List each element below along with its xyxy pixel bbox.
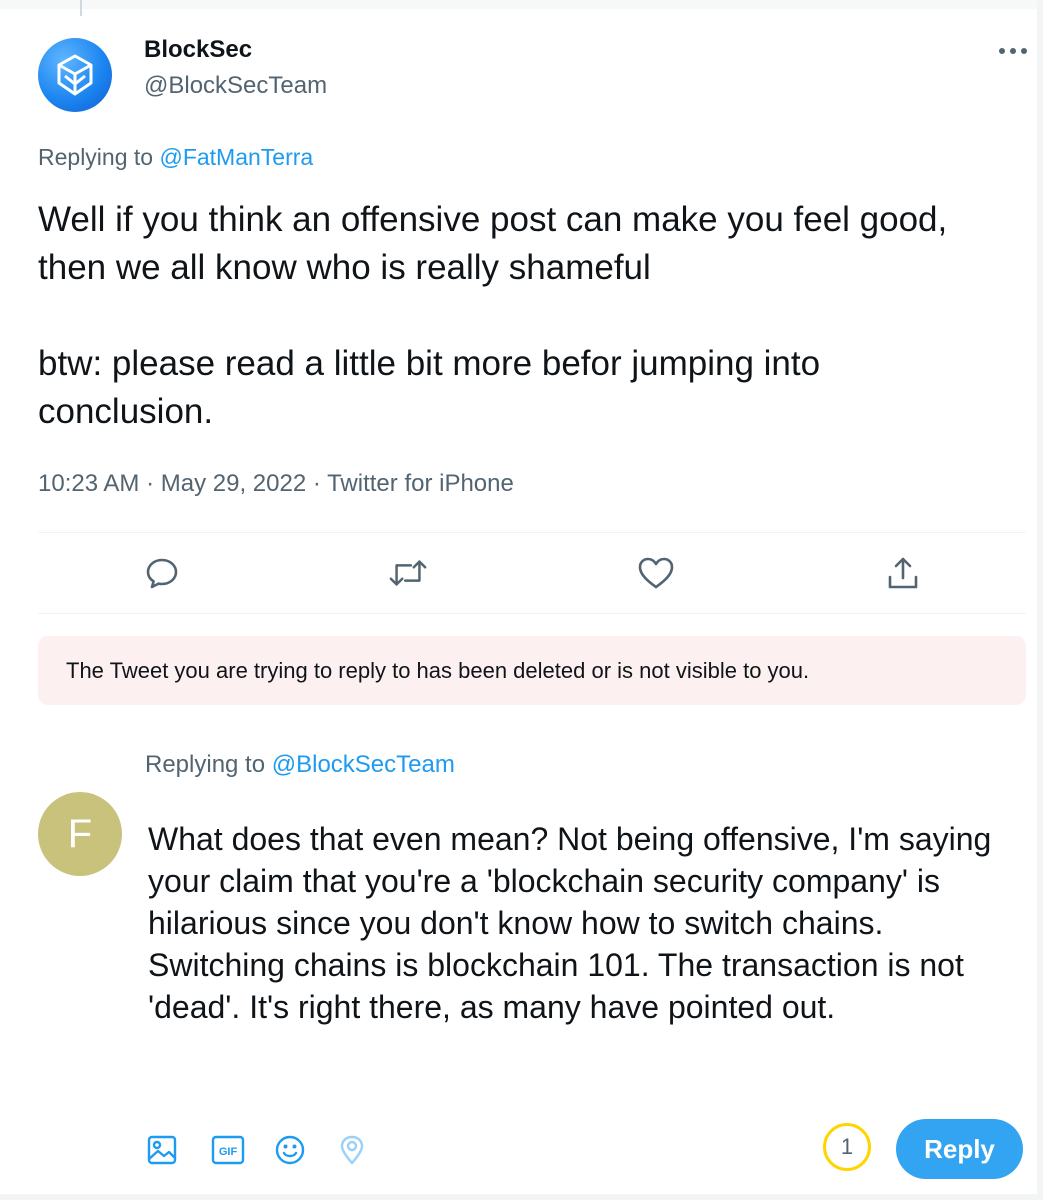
retweet-button[interactable] [388, 553, 428, 593]
like-button[interactable] [636, 553, 676, 593]
more-button[interactable] [996, 36, 1030, 66]
add-emoji-button[interactable] [268, 1128, 312, 1172]
blocksec-avatar[interactable] [38, 38, 112, 112]
user-avatar[interactable]: F [38, 792, 122, 876]
emoji-icon [275, 1135, 305, 1165]
retweet-icon [389, 560, 427, 586]
add-location-button[interactable] [330, 1128, 374, 1172]
deleted-tweet-notice: The Tweet you are trying to reply to has… [38, 636, 1026, 705]
gif-icon: GIF [211, 1135, 245, 1165]
replying-to-label: Replying to [38, 144, 154, 170]
author-display-name[interactable]: BlockSec [144, 36, 252, 64]
reply-action-button[interactable] [142, 553, 182, 593]
blocksec-logo-icon [57, 54, 93, 96]
tweet-body: Well if you think an offensive post can … [38, 196, 998, 436]
notice-text: The Tweet you are trying to reply to has… [66, 658, 810, 683]
svg-text:GIF: GIF [219, 1146, 238, 1158]
tweet-time[interactable]: 10:23 AM [38, 470, 139, 497]
add-gif-button[interactable]: GIF [206, 1128, 250, 1172]
reply-replying-to-line: Replying to @BlockSecTeam [145, 751, 455, 779]
divider [38, 613, 1026, 614]
bottom-edge [0, 1194, 1043, 1200]
like-icon [638, 557, 674, 589]
reply-icon [146, 558, 178, 589]
tweet-paragraph: btw: please read a little bit more befor… [38, 344, 821, 431]
tweet-source[interactable]: Twitter for iPhone [327, 470, 514, 497]
meta-separator: · [146, 470, 155, 497]
reply-button[interactable]: Reply [896, 1119, 1023, 1179]
replying-to-label: Replying to [145, 751, 266, 778]
location-icon [340, 1135, 364, 1165]
replying-to-line: Replying to @FatManTerra [38, 144, 313, 171]
tweet-action-bar [0, 533, 1043, 613]
tweet-date[interactable]: May 29, 2022 [161, 470, 306, 497]
image-icon [147, 1135, 177, 1165]
thread-connector-line [80, 0, 82, 16]
share-icon [888, 557, 918, 589]
more-icon [999, 48, 1027, 54]
tweet-reply-screen: BlockSec @BlockSecTeam Replying to @FatM… [0, 0, 1043, 1200]
author-handle[interactable]: @BlockSecTeam [144, 72, 327, 100]
avatar-letter: F [67, 811, 93, 856]
top-strip [0, 0, 1043, 9]
replying-to-mention[interactable]: @FatManTerra [159, 144, 313, 170]
replying-to-mention[interactable]: @BlockSecTeam [272, 751, 455, 778]
tweet-meta: 10:23 AM · May 29, 2022 · Twitter for iP… [38, 470, 514, 498]
meta-separator: · [312, 470, 321, 497]
composer-toolbar: GIF [140, 1128, 400, 1172]
character-counter: 1 [823, 1123, 871, 1171]
add-media-button[interactable] [140, 1128, 184, 1172]
tweet-paragraph: Well if you think an offensive post can … [38, 200, 948, 287]
reply-textarea[interactable]: What does that even mean? Not being offe… [148, 818, 1018, 1028]
share-button[interactable] [883, 553, 923, 593]
